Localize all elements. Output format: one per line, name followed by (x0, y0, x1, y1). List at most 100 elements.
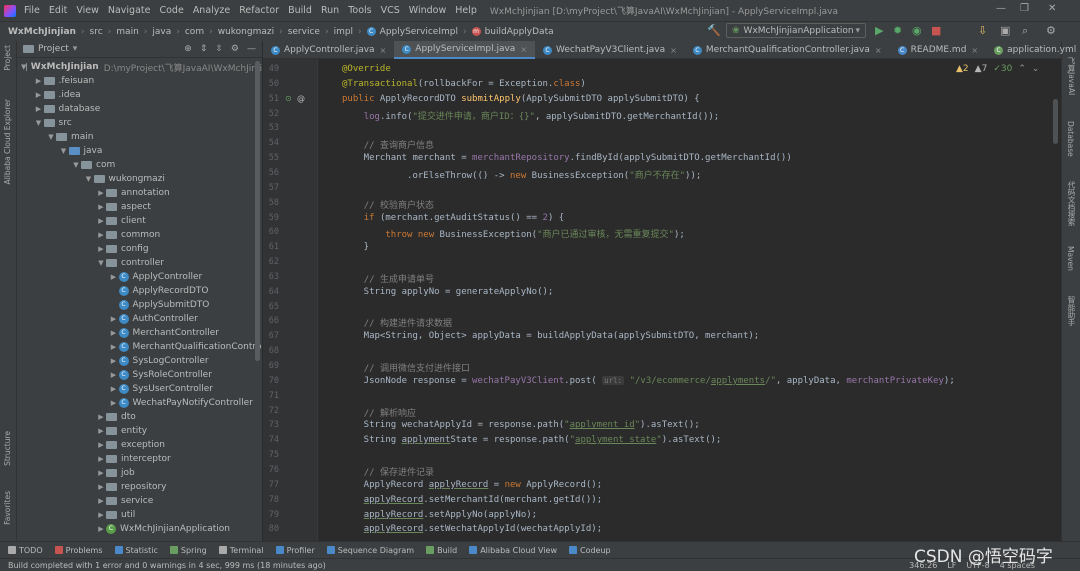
breadcrumb-item[interactable]: ApplyServiceImpl (380, 27, 458, 37)
menu-run[interactable]: Run (321, 5, 339, 16)
editor-tab[interactable]: C MerchantQualificationController.java × (685, 41, 890, 59)
debug-icon[interactable]: ✹ (893, 24, 902, 37)
tree-item[interactable]: ▼ controller (17, 256, 262, 270)
breadcrumb-item[interactable]: WxMchJinjian (8, 27, 76, 37)
chevron-down-icon[interactable]: ▼ (46, 133, 56, 141)
run-config-select[interactable]: ❀ WxMchJinjianApplication ▾ (726, 23, 866, 38)
chevron-down-icon[interactable]: ⌄ (1032, 64, 1040, 74)
breadcrumb-item[interactable]: wukongmazi (218, 27, 274, 37)
tree-item[interactable]: ▼ wukongmazi (17, 172, 262, 186)
chevron-right-icon[interactable]: ▶ (96, 203, 106, 211)
hide-icon[interactable]: — (247, 44, 256, 54)
menu-view[interactable]: View (76, 5, 99, 16)
code-line[interactable]: Merchant merchant = merchantRepository.f… (342, 153, 792, 163)
code-line[interactable]: // 校验商户状态 (342, 198, 434, 211)
tree-item[interactable]: ▶ C WxMchJinjianApplication (17, 522, 262, 536)
menu-help[interactable]: Help (455, 5, 477, 16)
code-line[interactable]: ApplyRecord applyRecord = new ApplyRecor… (342, 480, 602, 490)
code-line[interactable]: applyRecord.setApplyNo(applyNo); (342, 510, 537, 520)
code-line[interactable]: applyRecord.setWechatApplyId(wechatApply… (342, 524, 602, 534)
run-icon[interactable]: ▶ (875, 24, 883, 37)
code-line[interactable]: // 调用微信支付进件接口 (342, 361, 470, 374)
tree-item[interactable]: ▼ WxMchJinjian D:\myProject\飞算JavaAI\WxMch… (17, 60, 262, 74)
weak-warning-count[interactable]: ▲7 (975, 64, 988, 74)
stripe-project[interactable]: Project (3, 45, 12, 71)
close-icon[interactable]: × (971, 46, 978, 55)
coverage-icon[interactable]: ◉ (912, 24, 922, 37)
menu-code[interactable]: Code (159, 5, 183, 16)
breadcrumb-item[interactable]: service (288, 27, 320, 37)
tree-item[interactable]: ▶ exception (17, 438, 262, 452)
chevron-right-icon[interactable]: ▶ (96, 525, 106, 533)
tree-item[interactable]: ▶ .idea (17, 88, 262, 102)
tool-window-problems[interactable]: Problems (54, 546, 103, 555)
chevron-right-icon[interactable]: ▶ (109, 315, 119, 323)
editor-tab[interactable]: Capplication.yml× (986, 41, 1080, 59)
chevron-down-icon[interactable]: ▼ (59, 147, 69, 155)
project-structure-icon[interactable]: ▣ (1000, 24, 1010, 37)
editor-scrollbar[interactable] (1050, 59, 1061, 541)
tree-item[interactable]: ▶ interceptor (17, 452, 262, 466)
chevron-down-icon[interactable]: ▼ (84, 175, 94, 183)
tool-window-todo[interactable]: TODO (8, 546, 43, 555)
breadcrumb-item[interactable]: buildApplyData (485, 27, 554, 37)
stripe-structure[interactable]: Structure (3, 431, 12, 466)
code-line[interactable]: Map<String, Object> applyData = buildApp… (342, 331, 760, 341)
close-icon[interactable]: × (380, 46, 387, 55)
tree-item[interactable]: ▶ C SysUserController (17, 382, 262, 396)
chevron-right-icon[interactable]: ▶ (96, 245, 106, 253)
chevron-right-icon[interactable]: ▶ (109, 371, 119, 379)
chevron-right-icon[interactable]: ▶ (109, 273, 119, 281)
tree-item[interactable]: ▶ .feisuan (17, 74, 262, 88)
menu-vcs[interactable]: VCS (381, 5, 400, 16)
close-window-icon[interactable]: ✕ (1048, 3, 1056, 14)
menu-navigate[interactable]: Navigate (108, 5, 151, 16)
chevron-right-icon[interactable]: ▶ (109, 343, 119, 351)
project-scrollbar[interactable] (255, 61, 260, 361)
code-editor[interactable]: @Override @Transactional(rollbackFor = Ex… (318, 59, 1050, 541)
chevron-right-icon[interactable]: ▶ (109, 399, 119, 407)
close-icon[interactable]: × (520, 45, 527, 54)
chevron-right-icon[interactable]: ▶ (96, 497, 106, 505)
tree-item[interactable]: ▼ src (17, 116, 262, 130)
tool-window-terminal[interactable]: Terminal (218, 546, 264, 555)
chevron-right-icon[interactable]: ▶ (96, 413, 106, 421)
tree-item[interactable]: ▶ C WechatPayNotifyController (17, 396, 262, 410)
tree-item[interactable]: ▶ C MerchantQualificationContro (17, 340, 262, 354)
gear-icon[interactable]: ⚙ (231, 44, 239, 54)
menu-refactor[interactable]: Refactor (239, 5, 279, 16)
stripe-feisuan-java-ai[interactable]: 飞算JavaAI (1066, 57, 1077, 95)
code-line[interactable]: if (merchant.getAuditStatus() == 2) { (342, 213, 565, 223)
code-line[interactable]: // 解析响应 (342, 406, 416, 419)
code-line[interactable]: } (342, 242, 369, 252)
editor-tab[interactable]: C ApplyController.java × (263, 41, 394, 59)
tree-item[interactable]: ▶ client (17, 214, 262, 228)
implements-gutter-icon[interactable]: ⊙ (285, 94, 292, 103)
chevron-down-icon[interactable]: ▼ (71, 161, 81, 169)
chevron-right-icon[interactable]: ▶ (96, 217, 106, 225)
chevron-right-icon[interactable]: ▶ (96, 189, 106, 197)
stripe-assistant[interactable]: 智能助手 (1066, 296, 1077, 326)
tree-item[interactable]: ▼ java (17, 144, 262, 158)
project-panel-title[interactable]: Project (38, 44, 69, 54)
stripe-favorites[interactable]: Favorites (3, 491, 12, 525)
tool-window-spring[interactable]: Spring (169, 546, 207, 555)
tool-window-statistic[interactable]: Statistic (114, 546, 158, 555)
tool-window-sequence-diagram[interactable]: Sequence Diagram (326, 546, 414, 555)
code-line[interactable]: // 查询商户信息 (342, 138, 434, 151)
stripe-maven[interactable]: Maven (1066, 246, 1075, 271)
chevron-right-icon[interactable]: ▶ (96, 511, 106, 519)
chevron-right-icon[interactable]: ▶ (34, 77, 44, 85)
code-line[interactable]: // 生成申请单号 (342, 272, 434, 285)
tree-item[interactable]: ▶ database (17, 102, 262, 116)
tree-item[interactable]: ▶ C SysRoleController (17, 368, 262, 382)
chevron-down-icon[interactable]: ▾ (73, 44, 78, 54)
tree-item[interactable]: ▶ C ApplyController (17, 270, 262, 284)
tree-item[interactable]: ▶ job (17, 466, 262, 480)
code-line[interactable]: // 保存进件记录 (342, 465, 434, 478)
minimize-icon[interactable]: — (996, 3, 1006, 14)
stripe-alibaba-cloud-explorer[interactable]: Alibaba Cloud Explorer (3, 99, 12, 184)
tree-item[interactable]: ▶ config (17, 242, 262, 256)
warning-count[interactable]: ▲2 (956, 64, 969, 74)
tool-window-codeup[interactable]: Codeup (569, 546, 611, 555)
